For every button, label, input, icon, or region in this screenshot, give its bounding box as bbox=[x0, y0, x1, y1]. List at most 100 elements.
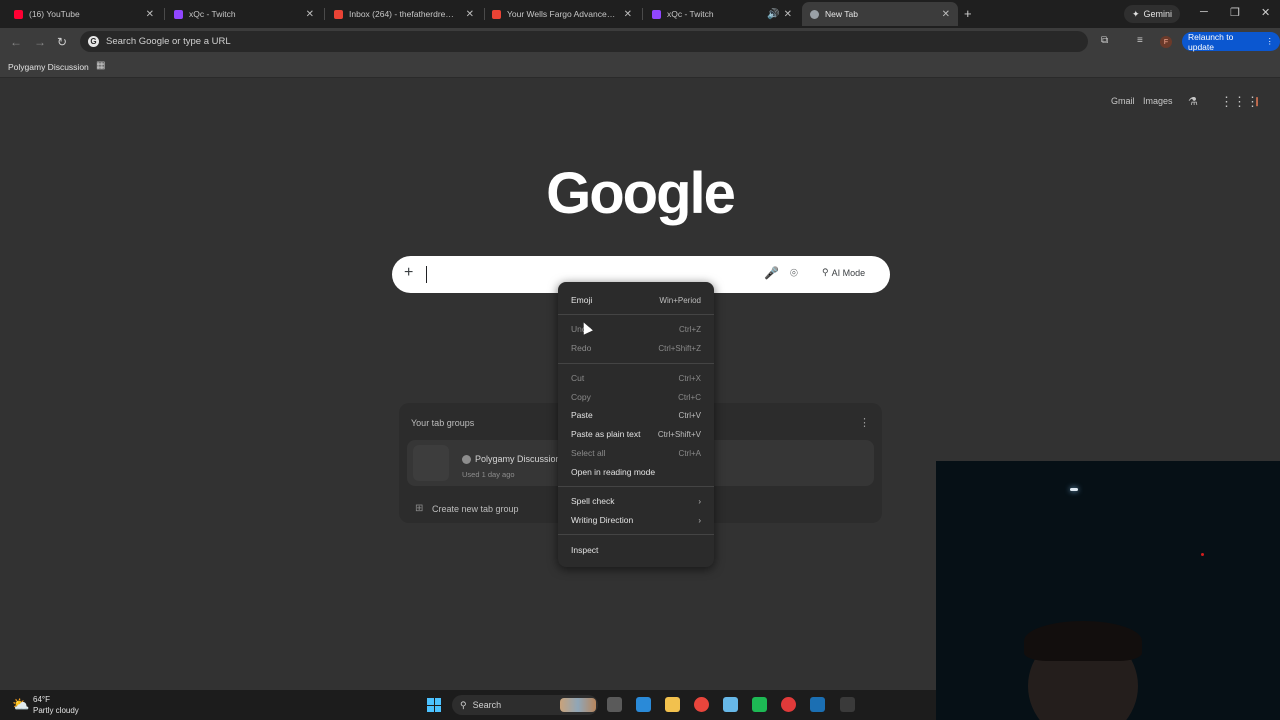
tab-title: xQc - Twitch bbox=[189, 9, 236, 19]
ai-mode-label: AI Mode bbox=[831, 267, 866, 278]
menu-item-redo[interactable]: Redo Ctrl+Shift+Z bbox=[558, 339, 714, 357]
bookmark-polygamy-discussion[interactable]: Polygamy Discussion bbox=[4, 59, 93, 74]
tab-search-icon[interactable]: ⧉ bbox=[1101, 35, 1108, 46]
tab-youtube[interactable]: (16) YouTube ✕ bbox=[6, 2, 162, 26]
photos-icon[interactable] bbox=[636, 697, 651, 712]
menu-item-spell-check[interactable]: Spell check › bbox=[558, 492, 714, 510]
chevron-right-icon: › bbox=[698, 496, 701, 506]
chrome-icon bbox=[810, 9, 819, 19]
youtube-icon bbox=[14, 9, 23, 19]
menu-label: Paste bbox=[571, 410, 593, 420]
webcam-red-led bbox=[1201, 553, 1204, 556]
google-logo: Google bbox=[546, 161, 736, 226]
weather-description[interactable]: Partly cloudy bbox=[33, 706, 79, 715]
weather-partly-cloudy-icon[interactable]: ⛅ bbox=[12, 696, 29, 713]
text-caret bbox=[426, 266, 427, 283]
tab-group-thumbnail bbox=[413, 445, 449, 481]
menu-item-inspect[interactable]: Inspect bbox=[558, 541, 714, 559]
notepad-icon[interactable] bbox=[723, 697, 738, 712]
chevron-right-icon: › bbox=[698, 515, 701, 525]
menu-item-cut[interactable]: Cut Ctrl+X bbox=[558, 369, 714, 387]
steam-icon[interactable] bbox=[810, 697, 825, 712]
new-tab-button[interactable]: + bbox=[964, 6, 972, 21]
menu-item-paste[interactable]: Paste Ctrl+V bbox=[558, 406, 714, 424]
labs-flask-icon[interactable]: ⚗ bbox=[1188, 95, 1198, 108]
app-red-icon[interactable] bbox=[781, 697, 796, 712]
menu-label: Emoji bbox=[571, 295, 593, 305]
menu-item-emoji[interactable]: Emoji Win+Period bbox=[558, 291, 714, 309]
file-explorer-icon[interactable] bbox=[665, 697, 680, 712]
twitch-icon bbox=[174, 9, 183, 19]
gmail-link[interactable]: Gmail bbox=[1111, 96, 1135, 106]
speaker-icon[interactable]: 🔊 bbox=[767, 9, 779, 20]
tab-groups-grid-icon[interactable]: ▦ bbox=[96, 60, 105, 71]
menu-shortcut: Win+Period bbox=[659, 295, 701, 305]
menu-item-paste-plain-text[interactable]: Paste as plain text Ctrl+Shift+V bbox=[558, 425, 714, 443]
add-icon[interactable]: + bbox=[404, 264, 413, 282]
gmail-icon bbox=[334, 9, 343, 19]
webcam-overlay bbox=[936, 461, 1280, 720]
omnibox-placeholder: Search Google or type a URL bbox=[106, 36, 231, 47]
menu-label: Cut bbox=[571, 373, 585, 383]
menu-item-select-all[interactable]: Select all Ctrl+A bbox=[558, 444, 714, 462]
menu-item-reading-mode[interactable]: Open in reading mode bbox=[558, 463, 714, 481]
add-tab-group-icon: ⊞ bbox=[415, 503, 424, 514]
close-window-button[interactable]: ✕ bbox=[1261, 6, 1270, 19]
menu-item-writing-direction[interactable]: Writing Direction › bbox=[558, 511, 714, 529]
tab-gmail[interactable]: Inbox (264) - thefatherdreminds ✕ bbox=[326, 2, 482, 26]
app-dark-icon[interactable] bbox=[840, 697, 855, 712]
menu-shortcut: Ctrl+A bbox=[678, 448, 701, 458]
twitch-icon bbox=[652, 9, 661, 19]
gemini-label: Gemini bbox=[1143, 9, 1173, 19]
more-vert-icon[interactable]: ⋮ bbox=[859, 416, 870, 429]
microphone-icon[interactable]: 🎤 bbox=[764, 266, 779, 280]
close-icon[interactable]: ✕ bbox=[466, 9, 474, 20]
close-icon[interactable]: ✕ bbox=[942, 9, 950, 20]
chrome-icon[interactable] bbox=[694, 697, 709, 712]
google-g-icon: G bbox=[88, 36, 99, 47]
close-icon[interactable]: ✕ bbox=[784, 9, 792, 20]
tab-twitch-2[interactable]: xQc - Twitch 🔊 ✕ bbox=[644, 2, 800, 26]
tab-title: New Tab bbox=[825, 9, 858, 19]
tab-group-name: Polygamy Discussion bbox=[475, 454, 561, 464]
account-icon[interactable]: ❙ bbox=[1250, 96, 1264, 108]
close-icon[interactable]: ✕ bbox=[306, 9, 314, 20]
create-tab-group-link[interactable]: Create new tab group bbox=[432, 504, 519, 514]
omnibox[interactable]: G Search Google or type a URL bbox=[80, 31, 1088, 52]
relaunch-button[interactable]: Relaunch to update ⋮ bbox=[1182, 32, 1280, 52]
gemini-button[interactable]: ✦ Gemini bbox=[1124, 5, 1181, 23]
ai-mode-button[interactable]: ⚲ AI Mode bbox=[822, 267, 865, 278]
restore-button[interactable]: ❐ bbox=[1230, 6, 1240, 19]
more-vert-icon[interactable]: ⋮ bbox=[1266, 36, 1275, 47]
app-green-icon[interactable] bbox=[752, 697, 767, 712]
weather-temperature[interactable]: 64°F bbox=[33, 695, 50, 704]
ai-search-icon: ⚲ bbox=[822, 267, 829, 277]
menu-shortcut: Ctrl+Z bbox=[679, 324, 701, 334]
tab-gmail-wells-fargo[interactable]: Your Wells Fargo Advanced Acc ✕ bbox=[484, 2, 640, 26]
forward-button[interactable]: → bbox=[34, 35, 46, 49]
lens-camera-icon[interactable]: ⌾ bbox=[790, 265, 798, 281]
reading-list-icon[interactable]: ≡ bbox=[1137, 35, 1143, 46]
menu-label: Redo bbox=[571, 343, 592, 353]
gmail-icon bbox=[492, 9, 501, 19]
images-link[interactable]: Images bbox=[1143, 96, 1173, 106]
menu-shortcut: Ctrl+Shift+Z bbox=[658, 343, 701, 353]
menu-item-copy[interactable]: Copy Ctrl+C bbox=[558, 388, 714, 406]
minimize-button[interactable]: ─ bbox=[1200, 6, 1208, 18]
task-view-icon[interactable] bbox=[607, 697, 622, 712]
profile-avatar[interactable]: F bbox=[1160, 36, 1172, 48]
menu-label: Inspect bbox=[571, 545, 599, 555]
menu-shortcut: Ctrl+C bbox=[678, 392, 701, 402]
close-icon[interactable]: ✕ bbox=[624, 9, 632, 20]
close-icon[interactable]: ✕ bbox=[146, 9, 154, 20]
webcam-light bbox=[1070, 488, 1078, 491]
tab-title: Inbox (264) - thefatherdreminds bbox=[349, 9, 460, 19]
search-highlight-image bbox=[560, 698, 596, 712]
back-button[interactable]: ← bbox=[10, 35, 22, 49]
reload-button[interactable]: ↻ bbox=[57, 35, 67, 49]
menu-label: Spell check bbox=[571, 496, 615, 506]
windows-start-icon[interactable] bbox=[427, 698, 441, 712]
tab-new-tab[interactable]: New Tab ✕ bbox=[802, 2, 958, 26]
tab-twitch-1[interactable]: xQc - Twitch ✕ bbox=[166, 2, 322, 26]
tab-title: Your Wells Fargo Advanced Acc bbox=[507, 9, 618, 19]
